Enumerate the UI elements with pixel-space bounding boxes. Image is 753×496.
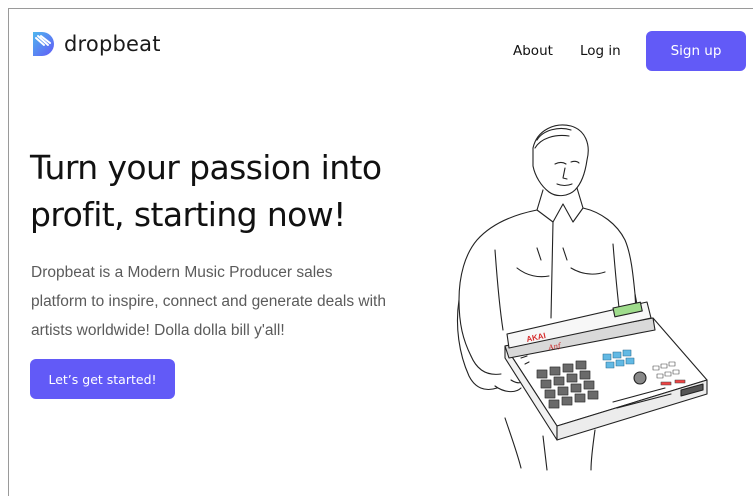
hero-description: Dropbeat is a Modern Music Producer sale…: [31, 264, 386, 339]
signup-button[interactable]: Sign up: [646, 31, 746, 71]
nav-about-link[interactable]: About: [513, 43, 553, 59]
producer-holding-akai-mpc-illustration: AKAI Anf: [456, 124, 708, 471]
top-nav: About Log in Sign up: [0, 31, 753, 71]
nav-login-link[interactable]: Log in: [580, 43, 621, 59]
get-started-button[interactable]: Let’s get started!: [30, 359, 175, 399]
hero-title: Turn your passion into profit, starting …: [30, 148, 382, 234]
